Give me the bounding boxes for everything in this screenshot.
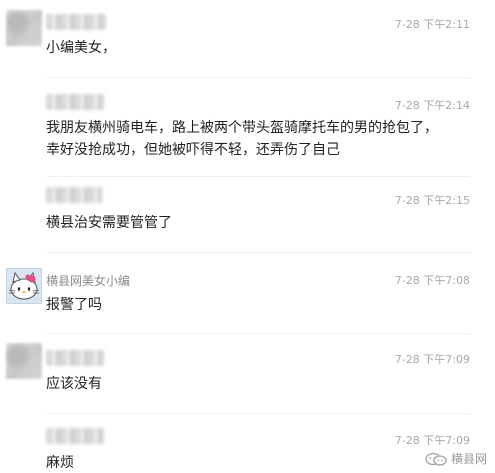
avatar[interactable] [6,268,42,304]
commenter-name [46,94,104,110]
kitty-avatar-icon [8,271,40,300]
commenter-name [46,428,104,444]
comment-text: 横县治安需要管管了 [46,215,172,231]
comment-time: 7-28 下午7:09 [394,434,470,447]
comment-time: 7-28 下午7:09 [394,353,470,366]
comment-text: 应该没有 [46,376,102,392]
comment-text: 小编美女， [46,40,116,56]
wechat-channel-icon [425,452,447,466]
commenter-name [46,350,104,366]
avatar[interactable] [6,343,42,379]
divider [46,252,470,253]
divider [46,77,470,78]
comment-text: 麻烦 [46,455,74,471]
divider [46,333,470,334]
comment-text: 报警了吗 [46,297,102,313]
divider [46,413,470,414]
commenter-name [46,187,102,203]
commenter-name[interactable]: 横县网美女小编 [46,272,130,288]
commenter-name [46,14,106,30]
comment-time: 7-28 下午2:14 [394,99,470,112]
comment-text: 我朋友横州骑电车，路上被两个带头盔骑摩托车的男的抢包了， 幸好没抢成功，但她被吓… [46,120,438,158]
comment-time: 7-28 下午7:08 [394,274,470,287]
avatar[interactable] [6,10,42,46]
watermark-label: 横县网 [450,452,487,466]
comment-time: 7-28 下午2:11 [394,18,470,31]
comment-time: 7-28 下午2:15 [394,194,470,207]
watermark: 横县网 [425,450,487,467]
divider [46,176,470,177]
